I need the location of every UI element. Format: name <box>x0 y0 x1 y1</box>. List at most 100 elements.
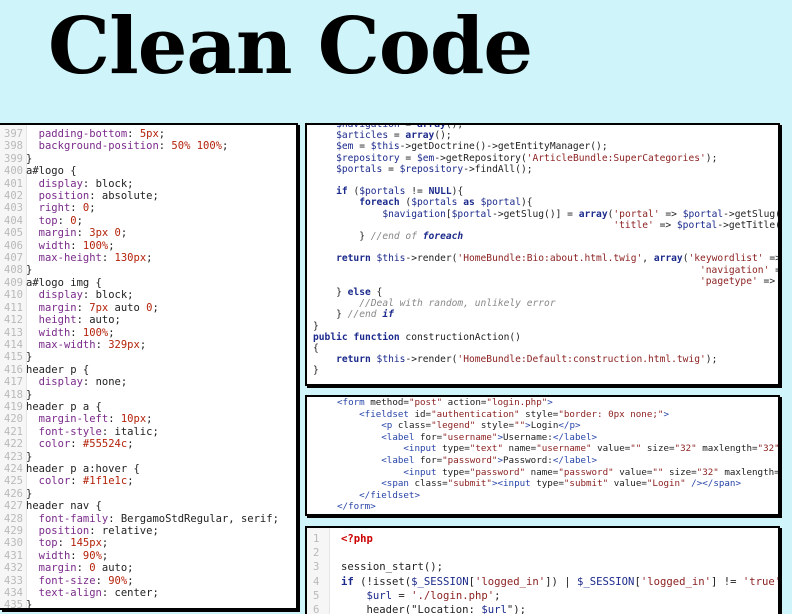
line-number: 417 <box>4 376 23 389</box>
code-line: 403 right: 0; <box>0 202 279 214</box>
code-line: 3 session_start(); <box>307 560 778 574</box>
code-text: height: auto; <box>38 314 121 327</box>
code-text: right: 0; <box>38 202 96 215</box>
code-text: header p { <box>26 363 90 376</box>
code-line: 6 header("Location: $url"); <box>307 603 778 614</box>
code-line: 427 header nav { <box>0 500 279 512</box>
code-text: width: 90%; <box>38 549 109 562</box>
code-line: <label for="username">Username:</label> <box>381 431 598 443</box>
line-number: 415 <box>4 351 23 364</box>
line-number: 3 <box>313 561 320 574</box>
code-line: 421 font-style: italic; <box>0 426 279 438</box>
code-line: 408} <box>0 264 279 276</box>
code-text: } <box>26 152 33 165</box>
line-number: 418 <box>4 388 23 401</box>
code-line: public function constructionAction() <box>313 331 521 343</box>
line-number: 405 <box>4 227 23 240</box>
line-number: 424 <box>4 462 23 475</box>
code-line: { <box>313 343 319 355</box>
line-number: 406 <box>4 239 23 252</box>
code-line: } else { <box>313 287 383 299</box>
code-text: position: relative; <box>38 525 159 537</box>
line-number: 433 <box>4 574 23 587</box>
line-number: 1 <box>313 533 320 545</box>
line-number: 419 <box>4 400 23 413</box>
code-text: display: block; <box>38 289 134 302</box>
css-code-block: 397 padding-bottom: 5px; 398 background-p… <box>0 128 279 610</box>
code-line: 423} <box>0 451 279 463</box>
code-text: top: 0; <box>38 214 83 227</box>
line-number: 2 <box>313 547 320 560</box>
code-line: 411 margin: 7px auto 0; <box>0 302 279 314</box>
code-line: 430 top: 145px; <box>0 537 279 549</box>
code-text: header("Location: $url"); <box>341 604 526 614</box>
code-text: font-size: 90%; <box>38 574 134 587</box>
code-line: 409 a#logo img { <box>0 277 279 289</box>
line-number: 410 <box>4 289 23 302</box>
line-number: 407 <box>4 252 23 265</box>
code-line: <label for="password">Password:</label> <box>381 454 598 466</box>
code-line: 422 color: #55524c; <box>0 438 279 450</box>
line-number: 425 <box>4 475 23 488</box>
code-line: 397 padding-bottom: 5px; <box>0 128 279 140</box>
code-line: <p class="legend" style="">Login</p> <box>381 420 581 432</box>
code-text: text-align: center; <box>38 587 159 600</box>
code-line: 405 margin: 3px 0; <box>0 227 279 239</box>
line-number: 431 <box>4 549 23 562</box>
code-line: 412 height: auto; <box>0 314 279 326</box>
code-line: 433 font-size: 90%; <box>0 575 279 587</box>
code-text: display: block; <box>38 177 134 190</box>
line-number: 6 <box>313 604 320 614</box>
code-line: </fieldset> <box>359 489 421 501</box>
code-line: 2 <box>307 546 778 560</box>
line-number: 429 <box>4 525 23 537</box>
css-code-panel: 397 padding-bottom: 5px; 398 background-p… <box>0 123 298 610</box>
code-text: width: 100%; <box>38 239 115 252</box>
code-line: 415} <box>0 351 279 363</box>
code-line: 425 color: #1f1e1c; <box>0 475 279 487</box>
code-text: color: #55524c; <box>38 438 134 451</box>
code-text: $url = './login.php'; <box>366 589 501 602</box>
code-text: max-height: 130px; <box>38 252 153 265</box>
code-line: 399} <box>0 153 279 165</box>
code-line: <form method="post" action="login.php"> <box>337 397 553 408</box>
code-line: 1 <?php <box>307 532 778 546</box>
code-line: 402 position: absolute; <box>0 190 279 202</box>
php-session-code-block: 1 <?php 2 3 session_start(); 4 if (!isset($_SE… <box>307 532 778 614</box>
line-number: 421 <box>4 425 23 438</box>
code-text: display: none; <box>38 376 128 389</box>
php-code-block: $navigation = array(); $articles = array… <box>313 125 778 377</box>
code-line: <span class="submit"><input type="submit… <box>381 478 741 490</box>
line-number: 404 <box>4 214 23 227</box>
code-line: 420 margin-left: 10px; <box>0 413 279 425</box>
code-text: } <box>26 487 33 500</box>
code-text: font-family: BergamoStdRegular, serif; <box>38 512 279 525</box>
code-line: <input type="password" name="password" v… <box>403 466 780 478</box>
code-line: } <box>313 365 319 377</box>
code-text: } <box>26 599 33 610</box>
line-number: 414 <box>4 338 23 351</box>
code-text: font-style: italic; <box>38 425 159 438</box>
html-form-code-block: <form method="post" action="login.php"> … <box>337 397 780 513</box>
code-text: a#logo { <box>26 165 77 178</box>
code-line: 428 font-family: BergamoStdRegular, seri… <box>0 513 279 525</box>
code-line: 417 display: none; <box>0 376 279 388</box>
code-text: max-width: 329px; <box>38 338 147 351</box>
code-line: 406 width: 100%; <box>0 240 279 252</box>
code-text: <?php <box>341 533 373 545</box>
code-line: 429 position: relative; <box>0 525 279 537</box>
line-number: 423 <box>4 450 23 463</box>
code-line: $navigation[$portal->getSlug()] = array(… <box>382 208 778 220</box>
line-number: 408 <box>4 264 23 277</box>
line-number: 435 <box>4 599 23 610</box>
line-number: 422 <box>4 438 23 451</box>
code-line: </form> <box>337 501 376 513</box>
line-number: 432 <box>4 562 23 575</box>
code-line: 424 header p a:hover { <box>0 463 279 475</box>
line-number: 428 <box>4 512 23 525</box>
line-number: 403 <box>4 202 23 215</box>
code-text: } <box>26 388 33 401</box>
code-line: 'title' => $portal->getTitle()); <box>613 219 778 231</box>
line-number: 399 <box>4 152 23 165</box>
